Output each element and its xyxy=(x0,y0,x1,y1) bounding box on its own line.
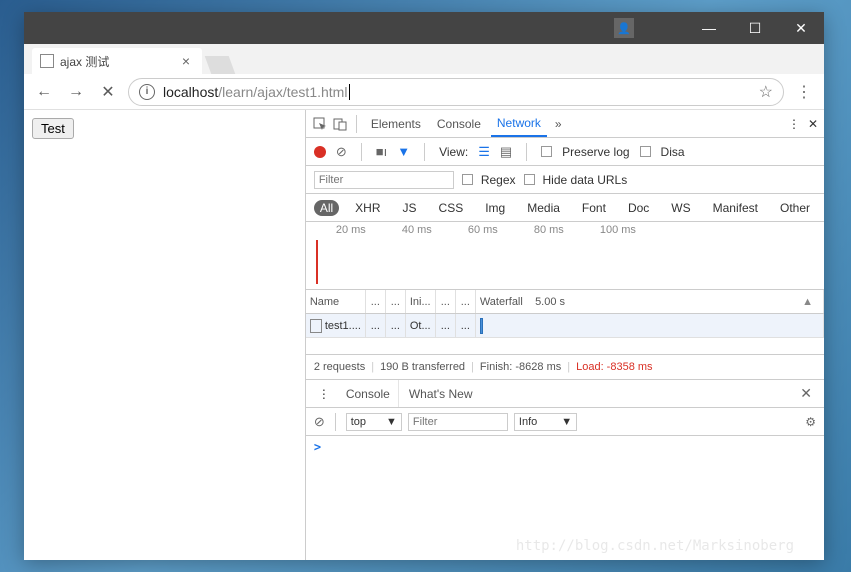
profile-button[interactable]: 👤 xyxy=(614,12,654,44)
disable-cache-label: Disa xyxy=(661,145,685,159)
page-icon xyxy=(40,54,54,68)
request-row[interactable]: test1.... ... ... Ot... ... ... xyxy=(306,314,824,338)
close-button[interactable]: ✕ xyxy=(778,12,824,44)
status-requests: 2 requests xyxy=(314,361,365,373)
console-settings-icon[interactable]: ⚙ xyxy=(805,415,816,429)
type-other[interactable]: Other xyxy=(774,200,816,216)
type-doc[interactable]: Doc xyxy=(622,200,655,216)
tab-console[interactable]: Console xyxy=(431,110,487,137)
regex-label: Regex xyxy=(481,173,516,187)
console-toolbar: ⊘ top▼ Info▼ ⚙ xyxy=(306,408,824,436)
type-font[interactable]: Font xyxy=(576,200,612,216)
context-selector[interactable]: top▼ xyxy=(346,413,402,431)
url-path: /learn/ajax/test1.html xyxy=(218,84,347,100)
back-button[interactable]: ← xyxy=(32,80,56,104)
url-host: localhost xyxy=(163,84,218,100)
console-filter-input[interactable] xyxy=(408,413,508,431)
new-tab-button[interactable] xyxy=(205,56,236,74)
file-icon xyxy=(310,319,322,333)
hide-data-label: Hide data URLs xyxy=(543,173,628,187)
more-tabs-icon[interactable]: » xyxy=(551,117,566,131)
site-info-icon[interactable]: i xyxy=(139,84,155,100)
content-area: Test Elements Console Network » ⋮ ✕ ⊘ xyxy=(24,110,824,560)
request-table-header: Name ... ... Ini... ... ... Waterfall 5.… xyxy=(306,290,824,314)
chevron-down-icon: ▼ xyxy=(386,416,397,428)
hide-data-checkbox[interactable] xyxy=(524,174,535,185)
page-body: Test xyxy=(24,110,305,560)
type-js[interactable]: JS xyxy=(397,200,423,216)
clear-icon[interactable]: ⊘ xyxy=(336,144,347,160)
record-button[interactable] xyxy=(314,146,326,158)
address-row: ← → ✕ i localhost/learn/ajax/test1.html … xyxy=(24,74,824,110)
tab-close-icon[interactable]: × xyxy=(178,53,194,69)
type-all[interactable]: All xyxy=(314,200,339,216)
stop-reload-button[interactable]: ✕ xyxy=(96,80,120,104)
status-load: Load: -8358 ms xyxy=(576,361,652,373)
timeline-marker xyxy=(316,240,318,284)
network-status-bar: 2 requests | 190 B transferred | Finish:… xyxy=(306,354,824,380)
network-filter-row: Regex Hide data URLs xyxy=(306,166,824,194)
waterfall-bar xyxy=(480,318,483,334)
filter-toggle-icon[interactable]: ▼ xyxy=(397,144,410,159)
network-filter-input[interactable] xyxy=(314,171,454,189)
type-ws[interactable]: WS xyxy=(665,200,696,216)
window-titlebar: 👤 — ☐ ✕ xyxy=(24,12,824,44)
user-icon: 👤 xyxy=(614,18,634,38)
chevron-down-icon: ▼ xyxy=(561,416,572,428)
test-button[interactable]: Test xyxy=(32,118,74,139)
col-name[interactable]: Name xyxy=(306,290,366,313)
device-toggle-icon[interactable] xyxy=(332,116,348,132)
console-prompt: > xyxy=(314,440,321,454)
drawer-menu-icon[interactable]: ⋮ xyxy=(312,387,336,401)
view-label: View: xyxy=(439,145,468,159)
regex-checkbox[interactable] xyxy=(462,174,473,185)
browser-tabs: ajax 测试 × xyxy=(24,44,824,74)
inspect-element-icon[interactable] xyxy=(312,116,328,132)
drawer-tabbar: ⋮ Console What's New ✕ xyxy=(306,380,824,408)
drawer-close-icon[interactable]: ✕ xyxy=(794,385,818,402)
network-timeline[interactable]: 20 ms 40 ms 60 ms 80 ms 100 ms xyxy=(306,222,824,290)
view-large-icon[interactable]: ▤ xyxy=(500,144,512,160)
bookmark-icon[interactable]: ☆ xyxy=(759,82,773,102)
preserve-log-checkbox[interactable] xyxy=(541,146,552,157)
request-type-filters: All XHR JS CSS Img Media Font Doc WS Man… xyxy=(306,194,824,222)
preserve-log-label: Preserve log xyxy=(562,145,629,159)
tab-network[interactable]: Network xyxy=(491,110,547,137)
camera-icon[interactable]: ■ı xyxy=(376,144,387,159)
browser-menu-button[interactable]: ⋮ xyxy=(792,82,816,102)
browser-tab[interactable]: ajax 测试 × xyxy=(32,48,202,74)
type-manifest[interactable]: Manifest xyxy=(707,200,764,216)
console-clear-icon[interactable]: ⊘ xyxy=(314,414,325,430)
col-initiator[interactable]: Ini... xyxy=(406,290,436,313)
text-cursor xyxy=(349,84,350,100)
log-level-selector[interactable]: Info▼ xyxy=(514,413,577,431)
type-media[interactable]: Media xyxy=(521,200,566,216)
type-img[interactable]: Img xyxy=(479,200,511,216)
tab-elements[interactable]: Elements xyxy=(365,110,427,137)
disable-cache-checkbox[interactable] xyxy=(640,146,651,157)
devtools-tabbar: Elements Console Network » ⋮ ✕ xyxy=(306,110,824,138)
forward-button[interactable]: → xyxy=(64,80,88,104)
devtools-panel: Elements Console Network » ⋮ ✕ ⊘ ■ı ▼ Vi… xyxy=(305,110,824,560)
browser-window: 👤 — ☐ ✕ ajax 测试 × ← → ✕ i localhost/lear… xyxy=(24,12,824,560)
devtools-menu-icon[interactable]: ⋮ xyxy=(788,117,800,131)
col-waterfall[interactable]: Waterfall 5.00 s▲ xyxy=(476,290,824,313)
type-css[interactable]: CSS xyxy=(433,200,470,216)
maximize-button[interactable]: ☐ xyxy=(732,12,778,44)
tab-title: ajax 测试 xyxy=(60,53,109,70)
status-transferred: 190 B transferred xyxy=(380,361,465,373)
address-bar[interactable]: i localhost/learn/ajax/test1.html ☆ xyxy=(128,78,784,106)
type-xhr[interactable]: XHR xyxy=(349,200,386,216)
status-finish: Finish: -8628 ms xyxy=(480,361,561,373)
drawer-tab-console[interactable]: Console xyxy=(338,380,399,407)
network-toolbar: ⊘ ■ı ▼ View: ☰ ▤ Preserve log Disa xyxy=(306,138,824,166)
minimize-button[interactable]: — xyxy=(686,12,732,44)
drawer-tab-whatsnew[interactable]: What's New xyxy=(401,380,481,407)
sort-arrow-icon: ▲ xyxy=(802,296,819,308)
console-body[interactable]: > xyxy=(306,436,824,560)
devtools-close-icon[interactable]: ✕ xyxy=(808,117,818,131)
view-list-icon[interactable]: ☰ xyxy=(478,144,490,160)
